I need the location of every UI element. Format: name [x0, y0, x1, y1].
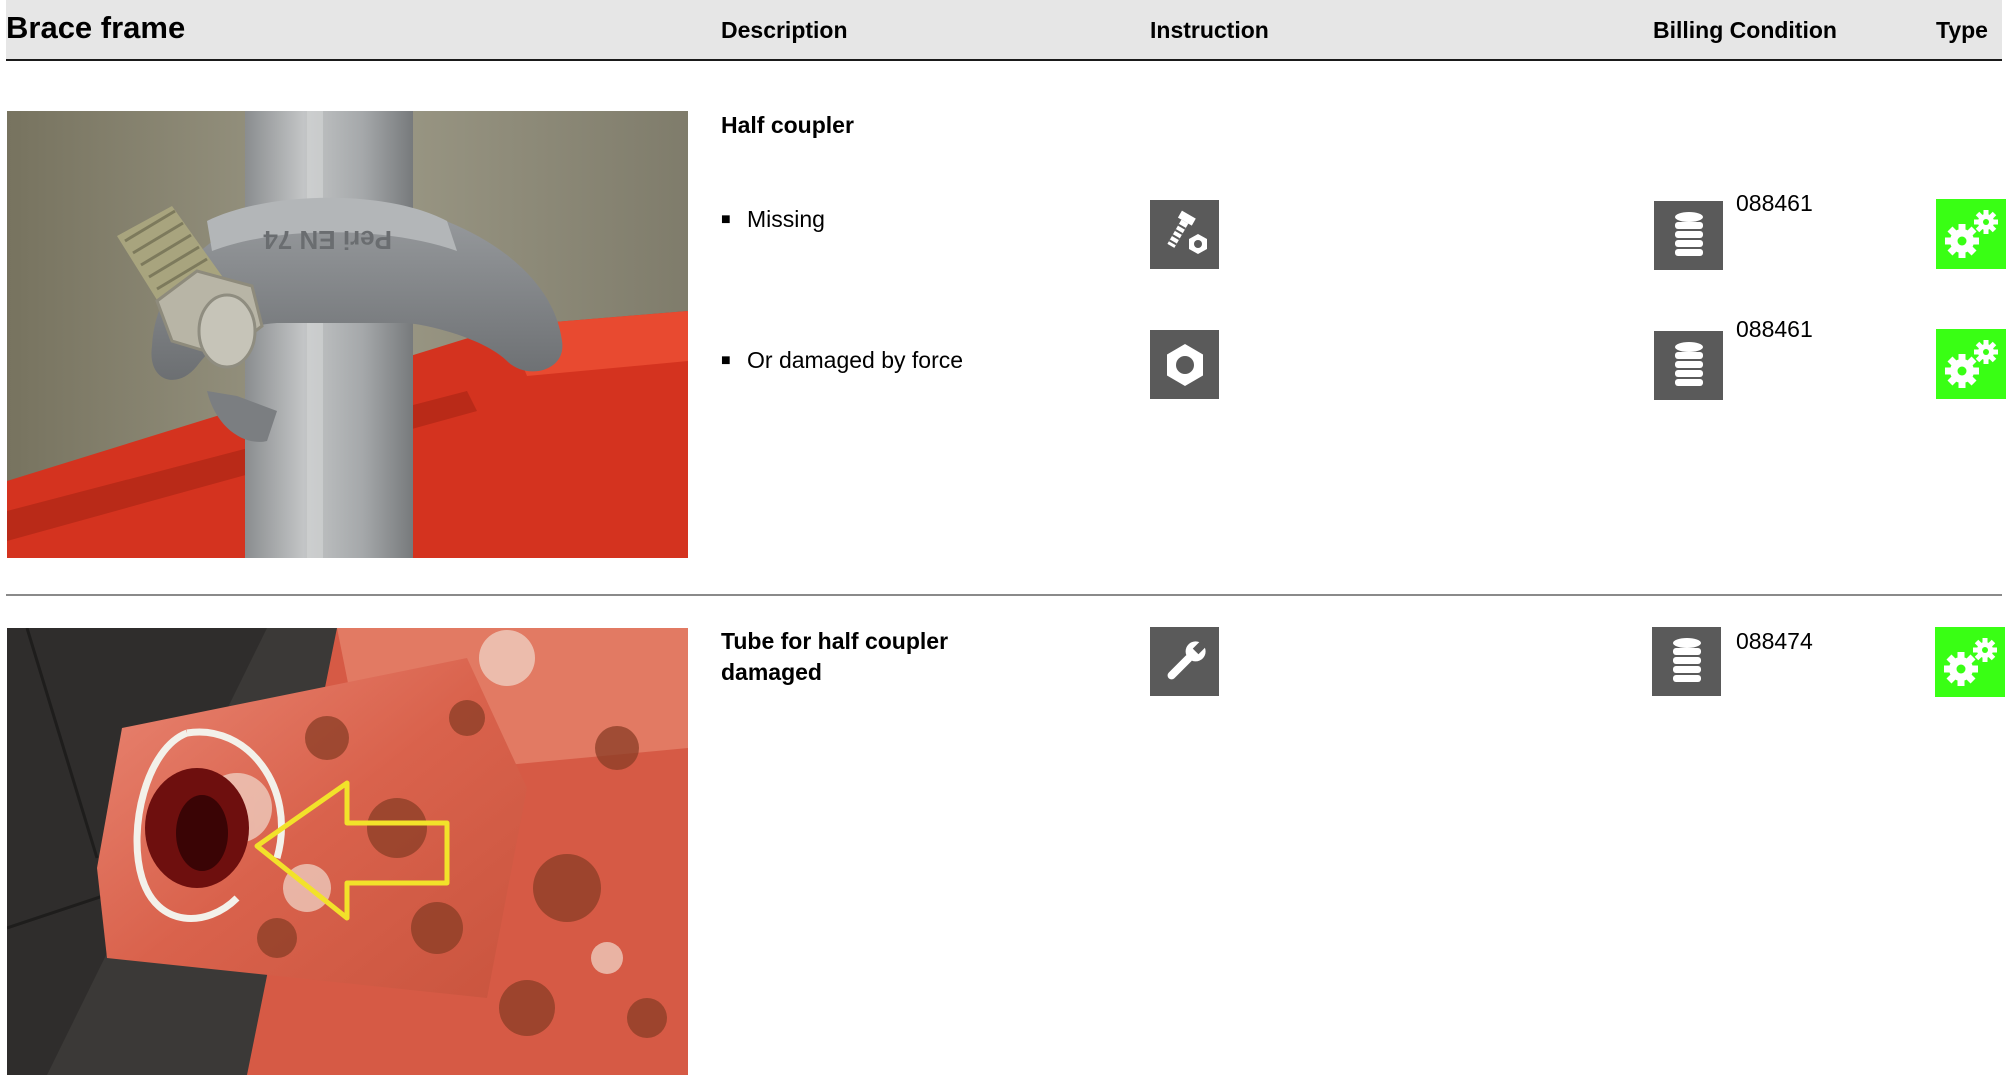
table-header: Brace frame Description Instruction Bill… — [6, 0, 2002, 61]
gears-icon — [1935, 627, 2005, 697]
coins-stack-icon — [1654, 331, 1723, 400]
half-coupler-image: Peri EN 74 — [7, 111, 688, 558]
billing-code: 088461 — [1736, 190, 1813, 216]
page-title: Brace frame — [6, 10, 186, 45]
damaged-tube-image — [7, 628, 688, 1075]
column-header-description: Description — [721, 17, 848, 43]
section-divider — [6, 594, 2002, 596]
gears-icon — [1936, 199, 2006, 269]
column-header-type: Type — [1936, 17, 1988, 43]
bullet-marker: ■ — [721, 352, 731, 369]
coins-stack-icon — [1652, 627, 1721, 696]
nut-icon — [1150, 330, 1219, 399]
bolt-and-nut-icon — [1150, 200, 1219, 269]
column-header-instruction: Instruction — [1150, 17, 1269, 43]
coins-stack-icon — [1654, 201, 1723, 270]
condition-missing: Missing — [747, 206, 825, 232]
half-coupler-photo: Peri EN 74 — [7, 111, 688, 558]
svg-text:Peri EN 74: Peri EN 74 — [263, 225, 392, 255]
section-heading-tube-line2: damaged — [721, 659, 822, 685]
column-header-billing-condition: Billing Condition — [1653, 17, 1837, 43]
billing-code: 088474 — [1736, 628, 1813, 654]
gears-icon — [1936, 329, 2006, 399]
wrench-icon — [1150, 627, 1219, 696]
section-heading-half-coupler: Half coupler — [721, 112, 854, 138]
condition-damaged-by-force: Or damaged by force — [747, 347, 964, 373]
bullet-marker: ■ — [721, 211, 731, 228]
billing-code: 088461 — [1736, 316, 1813, 342]
section-heading-tube-line1: Tube for half coupler — [721, 628, 949, 654]
damaged-tube-photo — [7, 628, 688, 1075]
